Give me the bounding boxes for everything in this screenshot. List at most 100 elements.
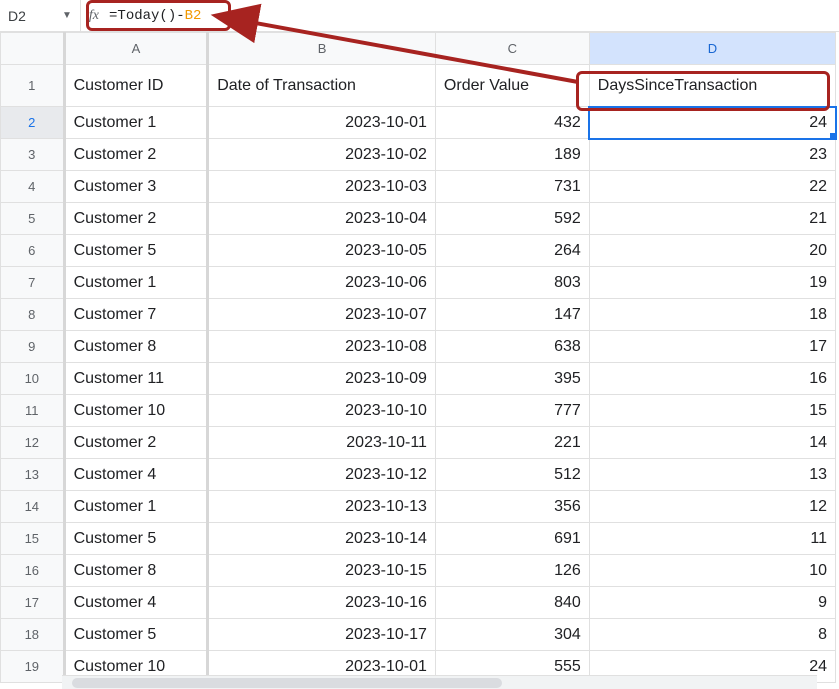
row-header[interactable]: 14	[1, 491, 65, 523]
cell-D7[interactable]: 19	[589, 267, 835, 299]
horizontal-scrollbar-thumb[interactable]	[72, 678, 502, 688]
cell-A13[interactable]: Customer 4	[64, 459, 208, 491]
cell-C2[interactable]: 432	[435, 107, 589, 139]
cell-A12[interactable]: Customer 2	[64, 427, 208, 459]
cell-C15[interactable]: 691	[435, 523, 589, 555]
cell-A10[interactable]: Customer 11	[64, 363, 208, 395]
cell-C17[interactable]: 840	[435, 587, 589, 619]
row-header[interactable]: 8	[1, 299, 65, 331]
cell-C18[interactable]: 304	[435, 619, 589, 651]
cell-B2[interactable]: 2023-10-01	[208, 107, 436, 139]
cell-C12[interactable]: 221	[435, 427, 589, 459]
cell-C10[interactable]: 395	[435, 363, 589, 395]
cell-A17[interactable]: Customer 4	[64, 587, 208, 619]
cell-B12[interactable]: 2023-10-11	[208, 427, 436, 459]
cell-A16[interactable]: Customer 8	[64, 555, 208, 587]
cell-A11[interactable]: Customer 10	[64, 395, 208, 427]
cell-B1[interactable]: Date of Transaction	[208, 65, 436, 107]
cell-D8[interactable]: 18	[589, 299, 835, 331]
cell-A2[interactable]: Customer 1	[64, 107, 208, 139]
cell-D13[interactable]: 13	[589, 459, 835, 491]
row-header[interactable]: 17	[1, 587, 65, 619]
cell-B4[interactable]: 2023-10-03	[208, 171, 436, 203]
cell-C1[interactable]: Order Value	[435, 65, 589, 107]
cell-A9[interactable]: Customer 8	[64, 331, 208, 363]
cell-C6[interactable]: 264	[435, 235, 589, 267]
cell-B15[interactable]: 2023-10-14	[208, 523, 436, 555]
cell-D6[interactable]: 20	[589, 235, 835, 267]
cell-D12[interactable]: 14	[589, 427, 835, 459]
cell-B13[interactable]: 2023-10-12	[208, 459, 436, 491]
cell-C8[interactable]: 147	[435, 299, 589, 331]
cell-A8[interactable]: Customer 7	[64, 299, 208, 331]
cell-B10[interactable]: 2023-10-09	[208, 363, 436, 395]
cell-A15[interactable]: Customer 5	[64, 523, 208, 555]
row-header[interactable]: 19	[1, 651, 65, 683]
row-header[interactable]: 3	[1, 139, 65, 171]
cell-A7[interactable]: Customer 1	[64, 267, 208, 299]
cell-B7[interactable]: 2023-10-06	[208, 267, 436, 299]
row-header[interactable]: 6	[1, 235, 65, 267]
row-header[interactable]: 7	[1, 267, 65, 299]
cell-C13[interactable]: 512	[435, 459, 589, 491]
cell-B3[interactable]: 2023-10-02	[208, 139, 436, 171]
cell-B16[interactable]: 2023-10-15	[208, 555, 436, 587]
row-header[interactable]: 9	[1, 331, 65, 363]
horizontal-scrollbar[interactable]	[62, 675, 817, 689]
cell-C3[interactable]: 189	[435, 139, 589, 171]
row-header[interactable]: 18	[1, 619, 65, 651]
formula-bar[interactable]: fx =Today()-B2	[80, 0, 839, 31]
row-header[interactable]: 13	[1, 459, 65, 491]
column-header-d[interactable]: D	[589, 33, 835, 65]
row-header[interactable]: 16	[1, 555, 65, 587]
column-header-b[interactable]: B	[208, 33, 436, 65]
cell-A5[interactable]: Customer 2	[64, 203, 208, 235]
row-header[interactable]: 4	[1, 171, 65, 203]
column-header-c[interactable]: C	[435, 33, 589, 65]
cell-B18[interactable]: 2023-10-17	[208, 619, 436, 651]
column-header-a[interactable]: A	[64, 33, 208, 65]
cell-B6[interactable]: 2023-10-05	[208, 235, 436, 267]
name-box-dropdown-icon[interactable]: ▼	[62, 0, 72, 31]
cell-A6[interactable]: Customer 5	[64, 235, 208, 267]
cell-C7[interactable]: 803	[435, 267, 589, 299]
cell-B17[interactable]: 2023-10-16	[208, 587, 436, 619]
cell-D1[interactable]: DaysSinceTransaction	[589, 65, 835, 107]
cell-D17[interactable]: 9	[589, 587, 835, 619]
cell-B5[interactable]: 2023-10-04	[208, 203, 436, 235]
cell-D2[interactable]: 24	[589, 107, 835, 139]
row-header[interactable]: 1	[1, 65, 65, 107]
cell-D5[interactable]: 21	[589, 203, 835, 235]
cell-A14[interactable]: Customer 1	[64, 491, 208, 523]
name-box[interactable]: D2	[0, 0, 62, 31]
cell-C5[interactable]: 592	[435, 203, 589, 235]
select-all-corner[interactable]	[1, 33, 65, 65]
cell-D9[interactable]: 17	[589, 331, 835, 363]
row-header[interactable]: 5	[1, 203, 65, 235]
cell-D18[interactable]: 8	[589, 619, 835, 651]
cell-B11[interactable]: 2023-10-10	[208, 395, 436, 427]
cell-A3[interactable]: Customer 2	[64, 139, 208, 171]
cell-B14[interactable]: 2023-10-13	[208, 491, 436, 523]
cell-D11[interactable]: 15	[589, 395, 835, 427]
cell-D4[interactable]: 22	[589, 171, 835, 203]
row-header[interactable]: 12	[1, 427, 65, 459]
cell-C11[interactable]: 777	[435, 395, 589, 427]
cell-B9[interactable]: 2023-10-08	[208, 331, 436, 363]
cell-D14[interactable]: 12	[589, 491, 835, 523]
cell-C14[interactable]: 356	[435, 491, 589, 523]
cell-C9[interactable]: 638	[435, 331, 589, 363]
row-header[interactable]: 11	[1, 395, 65, 427]
cell-A4[interactable]: Customer 3	[64, 171, 208, 203]
row-header[interactable]: 15	[1, 523, 65, 555]
spreadsheet-grid[interactable]: A B C D 1Customer IDDate of TransactionO…	[0, 32, 839, 683]
cell-C16[interactable]: 126	[435, 555, 589, 587]
cell-D3[interactable]: 23	[589, 139, 835, 171]
cell-D15[interactable]: 11	[589, 523, 835, 555]
row-header[interactable]: 10	[1, 363, 65, 395]
cell-D10[interactable]: 16	[589, 363, 835, 395]
cell-B8[interactable]: 2023-10-07	[208, 299, 436, 331]
cell-A1[interactable]: Customer ID	[64, 65, 208, 107]
cell-D16[interactable]: 10	[589, 555, 835, 587]
row-header[interactable]: 2	[1, 107, 65, 139]
